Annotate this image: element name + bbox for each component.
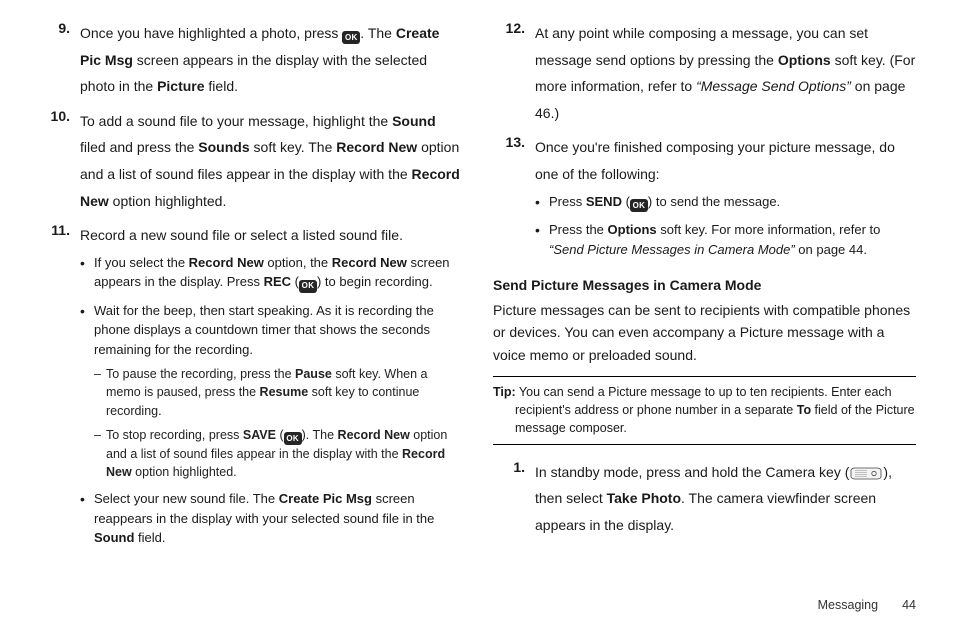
list-item: 12.At any point while composing a messag… xyxy=(493,20,916,126)
item-number: 10. xyxy=(38,108,80,214)
item-number: 9. xyxy=(38,20,80,100)
bold-text: SAVE xyxy=(243,428,276,442)
ok-icon: OK xyxy=(342,31,360,44)
tip-label: Tip: xyxy=(493,385,516,399)
dash-item: To stop recording, press SAVE (OK). The … xyxy=(94,426,461,482)
sub-bullets: Press SEND (OK) to send the message. Pres… xyxy=(535,192,916,260)
bold-text: Record New xyxy=(80,166,460,209)
item-body: Record a new sound file or select a list… xyxy=(80,222,461,556)
ok-icon: OK xyxy=(284,432,302,445)
section-paragraph: Picture messages can be sent to recipien… xyxy=(493,299,916,366)
two-columns: 9.Once you have highlighted a photo, pre… xyxy=(38,20,916,592)
ok-icon: OK xyxy=(299,280,317,293)
list-item: 9.Once you have highlighted a photo, pre… xyxy=(38,20,461,100)
bold-text: Picture xyxy=(157,78,204,94)
bullet-item: Wait for the beep, then start speaking. … xyxy=(80,301,461,481)
item-body: At any point while composing a message, … xyxy=(535,20,916,126)
item-body: Once you're finished composing your pict… xyxy=(535,134,916,267)
page-footer: Messaging 44 xyxy=(38,598,916,612)
bold-text: Resume xyxy=(260,385,309,399)
list-item: 10.To add a sound file to your message, … xyxy=(38,108,461,214)
list-item: 13.Once you're finished composing your p… xyxy=(493,134,916,267)
dash-item: To pause the recording, press the Pause … xyxy=(94,365,461,419)
item-number: 12. xyxy=(493,20,535,126)
italic-reference: “Send Picture Messages in Camera Mode” xyxy=(549,242,795,257)
bold-text: Sound xyxy=(94,530,134,545)
bold-text: Sounds xyxy=(198,139,249,155)
ok-icon: OK xyxy=(630,199,648,212)
bold-text: To xyxy=(797,403,811,417)
manual-page: 9.Once you have highlighted a photo, pre… xyxy=(0,0,954,636)
right-column: 12.At any point while composing a messag… xyxy=(493,20,916,592)
bullet-item: If you select the Record New option, the… xyxy=(80,253,461,293)
section-heading: Send Picture Messages in Camera Mode xyxy=(493,277,916,293)
item-body: To add a sound file to your message, hig… xyxy=(80,108,461,214)
bold-text: Record New xyxy=(106,447,445,479)
item-number: 11. xyxy=(38,222,80,556)
item-body: In standby mode, press and hold the Came… xyxy=(535,459,916,539)
italic-reference: “Message Send Options” xyxy=(696,78,851,94)
footer-section-name: Messaging xyxy=(818,598,878,612)
bold-text: Record New xyxy=(338,428,410,442)
bold-text: SEND xyxy=(586,194,622,209)
bold-text: Create Pic Msg xyxy=(279,491,372,506)
tip-body: You can send a Picture message to up to … xyxy=(515,385,915,435)
bold-text: Record New xyxy=(189,255,264,270)
item-number: 1. xyxy=(493,459,535,539)
bold-text: Pause xyxy=(295,367,332,381)
bullet-item: Press the Options soft key. For more inf… xyxy=(535,220,916,259)
list-item: 11.Record a new sound file or select a l… xyxy=(38,222,461,556)
bold-text: Create Pic Msg xyxy=(80,25,439,68)
list-item: 1.In standby mode, press and hold the Ca… xyxy=(493,459,916,539)
item-number: 13. xyxy=(493,134,535,267)
bold-text: REC xyxy=(264,274,291,289)
bold-text: Record New xyxy=(336,139,417,155)
bullet-item: Press SEND (OK) to send the message. xyxy=(535,192,916,213)
bold-text: Options xyxy=(778,52,831,68)
camera-key-icon xyxy=(849,462,883,475)
left-column: 9.Once you have highlighted a photo, pre… xyxy=(38,20,461,592)
right-list: 12.At any point while composing a messag… xyxy=(493,20,916,267)
bold-text: Take Photo xyxy=(607,490,681,506)
bullet-item: Select your new sound file. The Create P… xyxy=(80,489,461,548)
bold-text: Record New xyxy=(332,255,407,270)
sub-bullets: If you select the Record New option, the… xyxy=(80,253,461,548)
right-steps: 1.In standby mode, press and hold the Ca… xyxy=(493,459,916,539)
tip-box: Tip: You can send a Picture message to u… xyxy=(493,376,916,444)
bold-text: Sound xyxy=(392,113,436,129)
left-list: 9.Once you have highlighted a photo, pre… xyxy=(38,20,461,556)
dash-list: To pause the recording, press the Pause … xyxy=(94,365,461,481)
bold-text: Options xyxy=(608,222,657,237)
item-body: Once you have highlighted a photo, press… xyxy=(80,20,461,100)
footer-page-number: 44 xyxy=(902,598,916,612)
